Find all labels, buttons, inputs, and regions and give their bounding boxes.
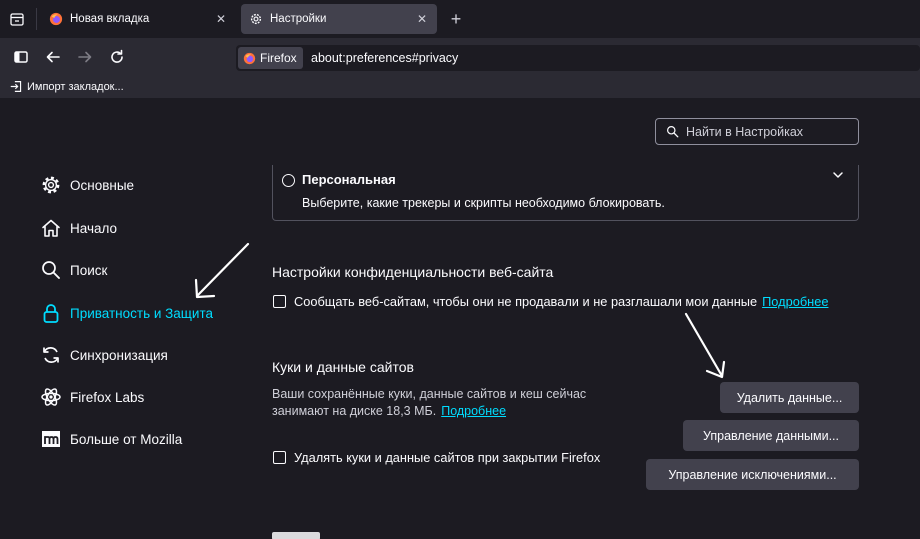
sidebar-item-sync[interactable]: Синхронизация xyxy=(40,343,168,367)
delete-on-close-label[interactable]: Удалять куки и данные сайтов при закрыти… xyxy=(294,450,600,465)
sidebar-item-label: Начало xyxy=(70,220,118,236)
sync-icon xyxy=(40,344,62,366)
sidebar-item-search[interactable]: Поиск xyxy=(40,258,107,282)
sidebar-item-firefox-labs[interactable]: Firefox Labs xyxy=(40,385,144,409)
annotation-arrow xyxy=(194,242,250,299)
identity-label: Firefox xyxy=(260,51,297,65)
gpc-checkbox[interactable] xyxy=(273,295,286,308)
gpc-label[interactable]: Сообщать веб-сайтам, чтобы они не продав… xyxy=(294,294,828,309)
sidebar-item-label: Основные xyxy=(70,177,135,193)
custom-protection-label[interactable]: Персональная xyxy=(302,172,396,187)
sidebar-item-label: Синхронизация xyxy=(70,347,168,363)
import-bookmarks-label: Импорт закладок... xyxy=(27,80,124,93)
lock-icon xyxy=(40,302,62,324)
cookies-description: Ваши сохранённые куки, данные сайтов и к… xyxy=(272,386,622,420)
firefox-icon xyxy=(243,52,256,64)
new-tab-button[interactable]: + xyxy=(446,9,466,29)
cookies-learn-more-link[interactable]: Подробнее xyxy=(441,404,506,418)
mozilla-icon xyxy=(40,428,62,450)
back-arrow-icon xyxy=(46,51,60,63)
sidebar-item-more-from-mozilla[interactable]: Больше от Mozilla xyxy=(40,427,182,451)
sidebar-item-general[interactable]: Основные xyxy=(40,173,134,197)
bookmarks-toolbar xyxy=(0,76,920,98)
sidebar-item-label: Поиск xyxy=(70,262,108,278)
gpc-learn-more-link[interactable]: Подробнее xyxy=(762,294,828,309)
cookies-heading: Куки и данные сайтов xyxy=(272,359,414,375)
cookies-description-text: Ваши сохранённые куки, данные сайтов и к… xyxy=(272,387,587,418)
sidebar-item-home[interactable]: Начало xyxy=(40,216,117,240)
next-section-heading-cutoff xyxy=(272,531,332,539)
import-icon xyxy=(10,81,22,92)
reload-icon xyxy=(111,49,123,63)
search-icon xyxy=(40,259,62,281)
firefox-icon xyxy=(49,12,63,26)
annotation-arrow xyxy=(684,312,726,379)
manage-exceptions-button[interactable]: Управление исключениями... xyxy=(646,459,859,490)
custom-protection-description: Выберите, какие трекеры и скрипты необхо… xyxy=(302,196,665,210)
manage-data-button[interactable]: Управление данными... xyxy=(683,420,859,451)
tab-title: Новая вкладка xyxy=(70,13,150,25)
tab-divider xyxy=(36,8,37,30)
sidebar-item-privacy[interactable]: Приватность и Защита xyxy=(40,301,213,325)
flask-icon xyxy=(40,386,62,408)
tab-strip: Новая вкладка ✕ Настройки ✕ + xyxy=(0,0,920,38)
sidebar-icon xyxy=(14,51,28,63)
close-tab-icon[interactable]: ✕ xyxy=(415,12,429,26)
search-icon xyxy=(667,126,679,138)
settings-search-input[interactable] xyxy=(686,124,856,139)
website-privacy-heading: Настройки конфиденциальности веб-сайта xyxy=(272,264,554,280)
back-button[interactable] xyxy=(43,47,63,67)
gear-icon xyxy=(40,174,62,196)
delete-on-close-checkbox[interactable] xyxy=(273,451,286,464)
settings-search-box[interactable] xyxy=(655,118,859,145)
reload-button[interactable] xyxy=(107,47,127,67)
tab-settings[interactable]: Настройки ✕ xyxy=(241,4,437,34)
import-bookmarks-button[interactable]: Импорт закладок... xyxy=(10,80,124,93)
home-icon xyxy=(40,217,62,239)
identity-box[interactable]: Firefox xyxy=(238,47,303,69)
url-text[interactable]: about:preferences#privacy xyxy=(311,51,458,65)
clear-data-button[interactable]: Удалить данные... xyxy=(720,382,859,413)
custom-protection-radio[interactable] xyxy=(282,174,295,187)
sidebar-item-label: Больше от Mozilla xyxy=(70,431,183,447)
chevron-down-icon[interactable] xyxy=(832,170,844,180)
tab-list-button[interactable] xyxy=(6,8,28,30)
sidebar-toggle-button[interactable] xyxy=(11,47,31,67)
gear-icon xyxy=(250,13,262,25)
tab-new-tab[interactable]: Новая вкладка ✕ xyxy=(41,4,236,34)
forward-arrow-icon xyxy=(78,51,92,63)
sidebar-item-label: Приватность и Защита xyxy=(70,305,213,321)
close-tab-icon[interactable]: ✕ xyxy=(214,12,228,26)
tab-title: Настройки xyxy=(270,13,327,25)
tab-list-icon xyxy=(10,13,24,26)
gpc-label-text: Сообщать веб-сайтам, чтобы они не продав… xyxy=(294,294,758,309)
forward-button[interactable] xyxy=(75,47,95,67)
sidebar-item-label: Firefox Labs xyxy=(70,389,145,405)
